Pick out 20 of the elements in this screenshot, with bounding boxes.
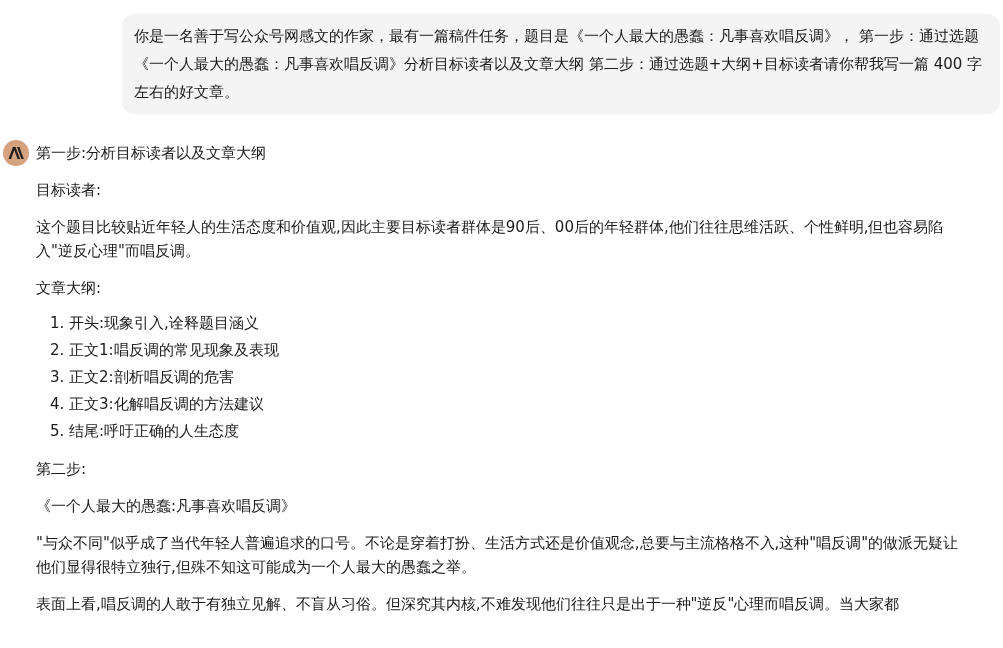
response-paragraph: 第二步: (36, 459, 88, 480)
response-paragraph: 目标读者: (36, 180, 103, 201)
outline-item: 正文3:化解唱反调的方法建议 (69, 394, 264, 415)
response-paragraph: 《一个人最大的愚蠢:凡事喜欢唱反调》 (36, 496, 298, 517)
outline-item: 结尾:呼吁正确的人生态度 (69, 421, 240, 442)
assistant-avatar-icon (3, 140, 29, 166)
list-number: 4. (50, 394, 64, 415)
outline-item: 正文1:唱反调的常见现象及表现 (69, 340, 279, 361)
outline-item: 开头:现象引入,诠释题目涵义 (69, 313, 259, 334)
user-message: 你是一名善于写公众号网感文的作家，最有一篇稿件任务，题目是《一个人最大的愚蠢：凡事喜欢唱反调》， 第一步：通过选题《一个人最大的愚蠢：凡事喜欢唱反调》分析目标读者以及文章大纲 第二步：通过选题+大纲+目标读者请你帮我写一篇 400 字左右的好文章。 (122, 14, 1000, 114)
response-paragraph: 第一步:分析目标读者以及文章大纲 (36, 143, 268, 164)
list-number: 1. (50, 313, 64, 334)
list-number: 2. (50, 340, 64, 361)
outline-item: 正文2:剖析唱反调的危害 (69, 367, 234, 388)
list-number: 3. (50, 367, 64, 388)
response-paragraph: 这个题目比较贴近年轻人的生活态度和价值观,因此主要目标读者群体是90后、00后的年轻群体,他们往往思维活跃、个性鲜明,但也容易陷入"逆反心理"而唱反调。 (36, 217, 945, 262)
response-paragraph: "与众不同"似乎成了当代年轻人普遍追求的口号。不论是穿着打扮、生活方式还是价值观念,总要与主流格格不入,这种"唱反调"的做派无疑让他们显得很特立独行,但殊不知这可能成为一个人最大的愚蠢之举。 (36, 533, 960, 578)
response-paragraph: 文章大纲: (36, 278, 103, 299)
list-number: 5. (50, 421, 64, 442)
response-paragraph: 表面上看,唱反调的人敢于有独立见解、不盲从习俗。但深究其内核,不难发现他们往往只是出于一种"逆反"心理而唱反调。当大家都 (36, 594, 901, 615)
